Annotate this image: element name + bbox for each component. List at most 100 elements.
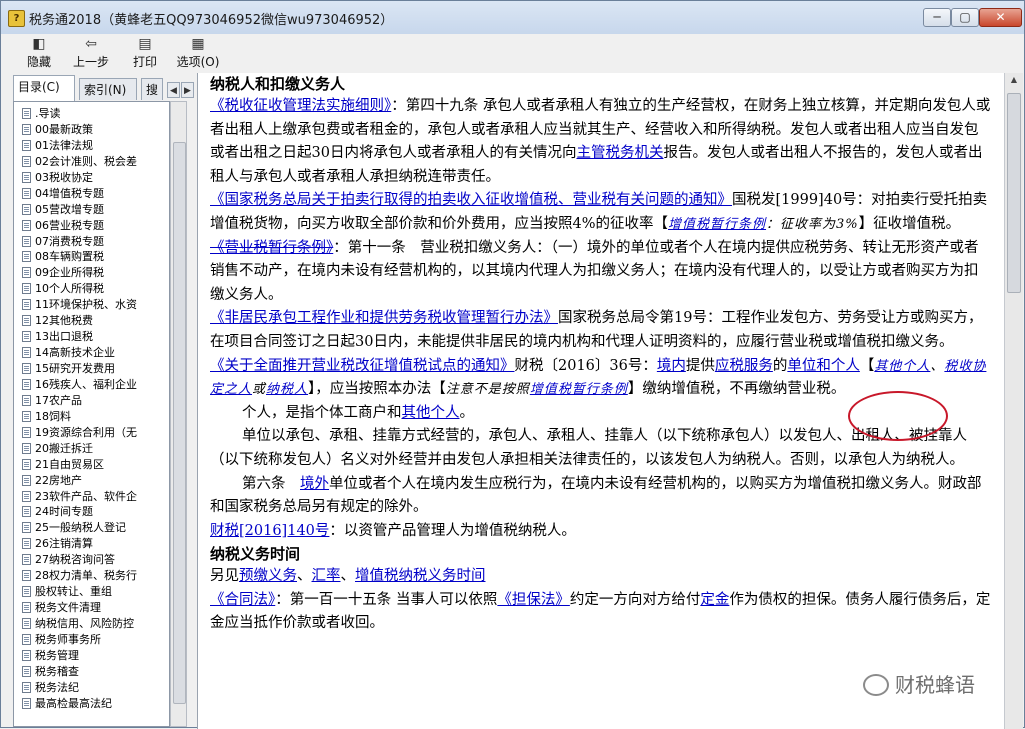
- print-button[interactable]: ▤ 打印: [125, 36, 165, 70]
- maximize-button[interactable]: ▢: [951, 8, 979, 27]
- document-icon: [22, 618, 31, 629]
- tree-item[interactable]: 27纳税咨询问答: [22, 552, 169, 568]
- tree-item-label: 08车辆购置税: [35, 250, 104, 264]
- content-scrollbar[interactable]: ▲: [1004, 73, 1023, 729]
- tree-item-label: 09企业所得税: [35, 266, 104, 280]
- tree-item[interactable]: 15研究开发费用: [22, 361, 169, 377]
- tree-item[interactable]: 07消费税专题: [22, 234, 169, 250]
- tree-item-label: 26注销清算: [35, 537, 93, 551]
- tree-item[interactable]: 03税收协定: [22, 170, 169, 186]
- doc-link[interactable]: 《关于全面推开营业税改征增值税试点的通知》: [210, 358, 515, 374]
- tree-item[interactable]: 09企业所得税: [22, 265, 169, 281]
- tree-item[interactable]: 26注销清算: [22, 536, 169, 552]
- doc-link[interactable]: 增值税暂行条例: [530, 382, 628, 397]
- document-icon: [22, 171, 31, 183]
- doc-link[interactable]: 预缴义务: [239, 568, 297, 584]
- tree-item[interactable]: 10个人所得税: [22, 281, 169, 297]
- tree-item[interactable]: 20搬迁拆迁: [22, 441, 169, 457]
- paragraph: 另见预缴义务、汇率、增值税纳税义务时间: [210, 565, 992, 589]
- tree-scroll-thumb[interactable]: [173, 142, 186, 704]
- doc-link[interactable]: 《合同法》: [210, 592, 275, 608]
- title-bar[interactable]: ? 税务通2018（黄蜂老五QQ973046952微信wu973046952） …: [1, 1, 1024, 35]
- doc-link[interactable]: 增值税暂行条例: [668, 217, 766, 232]
- doc-link[interactable]: 财税[2016]140号: [210, 523, 329, 539]
- annotation-text: 注意不是按照: [445, 382, 530, 398]
- minimize-button[interactable]: ─: [923, 8, 951, 27]
- tree-item[interactable]: 21自由贸易区: [22, 457, 169, 473]
- tree-item[interactable]: 24时间专题: [22, 504, 169, 520]
- tree-item[interactable]: 13出口退税: [22, 329, 169, 345]
- tree-item[interactable]: 14高新技术企业: [22, 345, 169, 361]
- tree-item[interactable]: 纳税信用、风险防控: [22, 616, 169, 632]
- red-circle-annotation: [848, 391, 948, 441]
- paragraph: 《合同法》：第一百一十五条 当事人可以依照《担保法》约定一方向对方给付定金作为债…: [210, 589, 992, 636]
- tree-item[interactable]: 16残疾人、福利企业: [22, 377, 169, 393]
- tree-item[interactable]: 17农产品: [22, 393, 169, 409]
- doc-link[interactable]: 《税收征收管理法实施细则》: [210, 98, 391, 114]
- doc-link[interactable]: 汇率: [312, 568, 341, 584]
- tree-item[interactable]: 11环境保护税、水资: [22, 297, 169, 313]
- content-pane: 纳税人和扣缴义务人 《税收征收管理法实施细则》：第四十九条 承包人或者承租人有独…: [197, 73, 1004, 729]
- doc-link[interactable]: 应税服务: [715, 358, 773, 374]
- tab-scroll-left-icon[interactable]: ◀: [167, 82, 180, 98]
- content-scroll-thumb[interactable]: [1007, 93, 1021, 293]
- tree-item-label: 13出口退税: [35, 330, 93, 344]
- tree-item[interactable]: 12其他税费: [22, 313, 169, 329]
- tree-item[interactable]: 25一般纳税人登记: [22, 520, 169, 536]
- options-label: 选项(O): [176, 55, 220, 69]
- doc-link[interactable]: 主管税务机关: [576, 145, 663, 161]
- watermark-text: 财税蜂语: [895, 673, 975, 697]
- doc-link[interactable]: 《国家税务总局关于拍卖行取得的拍卖收入征收增值税、营业税有关问题的通知》: [210, 192, 732, 208]
- tree-item[interactable]: 00最新政策: [22, 122, 169, 138]
- doc-link[interactable]: 《担保法》: [497, 592, 570, 608]
- tab-scroll-right-icon[interactable]: ▶: [181, 82, 194, 98]
- tree-item[interactable]: 06营业税专题: [22, 218, 169, 234]
- tree-item-label: 12其他税费: [35, 314, 93, 328]
- doc-link[interactable]: 境内: [657, 358, 686, 374]
- tab-search[interactable]: 搜: [141, 78, 163, 100]
- paragraph-text: 、: [340, 568, 356, 585]
- tab-index[interactable]: 索引(N): [79, 78, 137, 100]
- print-label: 打印: [132, 55, 157, 69]
- tab-contents[interactable]: 目录(C): [13, 75, 75, 101]
- options-button[interactable]: ▦ 选项(O): [175, 36, 221, 70]
- tree-scrollbar[interactable]: [170, 101, 187, 727]
- tree-item[interactable]: 最高检最高法纪: [22, 696, 169, 712]
- tree-item[interactable]: 01法律法规: [22, 138, 169, 154]
- doc-link-repealed[interactable]: 《营业税暂行条例》: [210, 240, 333, 256]
- hide-label: 隐藏: [26, 55, 51, 69]
- tree-item[interactable]: 22房地产: [22, 473, 169, 489]
- hide-button[interactable]: ◧ 隐藏: [19, 36, 59, 70]
- doc-link[interactable]: 境外: [300, 476, 329, 492]
- tree-item[interactable]: 08车辆购置税: [22, 249, 169, 265]
- doc-link[interactable]: 《非居民承包工程作业和提供劳务税收管理暂行办法》: [210, 310, 558, 326]
- doc-link[interactable]: 其他个人: [874, 359, 930, 374]
- close-button[interactable]: ✕: [979, 8, 1022, 27]
- tree-item[interactable]: 税务稽查: [22, 664, 169, 680]
- paragraph: 第六条 境外单位或者个人在境内发生应税行为，在境内未设有经营机构的，以购买方为增…: [210, 473, 992, 520]
- paragraph-text: 【: [859, 357, 875, 374]
- nav-tabs: 目录(C) 索引(N) 搜 ◀ ▶: [9, 75, 195, 101]
- tree-item[interactable]: 28权力清单、税务行: [22, 568, 169, 584]
- tree-item[interactable]: 02会计准则、税会差: [22, 154, 169, 170]
- document-icon: [22, 267, 31, 279]
- tree-item[interactable]: 税务法纪: [22, 680, 169, 696]
- tree-item[interactable]: 23软件产品、软件企: [22, 489, 169, 505]
- tree-item[interactable]: 股权转让、重组: [22, 584, 169, 600]
- tree-item[interactable]: 税务管理: [22, 648, 169, 664]
- tree-item[interactable]: 税务文件清理: [22, 600, 169, 616]
- doc-link[interactable]: 定金: [700, 592, 729, 608]
- back-button[interactable]: ⇦ 上一步: [69, 36, 113, 70]
- tree-item[interactable]: 19资源综合利用（无: [22, 425, 169, 441]
- scroll-up-icon[interactable]: ▲: [1007, 75, 1021, 89]
- doc-link[interactable]: 单位和个人: [787, 358, 860, 374]
- tree-item[interactable]: 税务师事务所: [22, 632, 169, 648]
- doc-link[interactable]: 增值税纳税义务时间: [355, 568, 486, 584]
- tree-item[interactable]: 04增值税专题: [22, 186, 169, 202]
- doc-link[interactable]: 其他个人: [402, 405, 460, 421]
- tree-item-label: 02会计准则、税会差: [35, 154, 137, 168]
- doc-link[interactable]: 纳税人: [266, 382, 308, 397]
- tree-item[interactable]: 05营改增专题: [22, 202, 169, 218]
- tree-item[interactable]: .导读: [22, 106, 169, 122]
- tree-item[interactable]: 18饲料: [22, 409, 169, 425]
